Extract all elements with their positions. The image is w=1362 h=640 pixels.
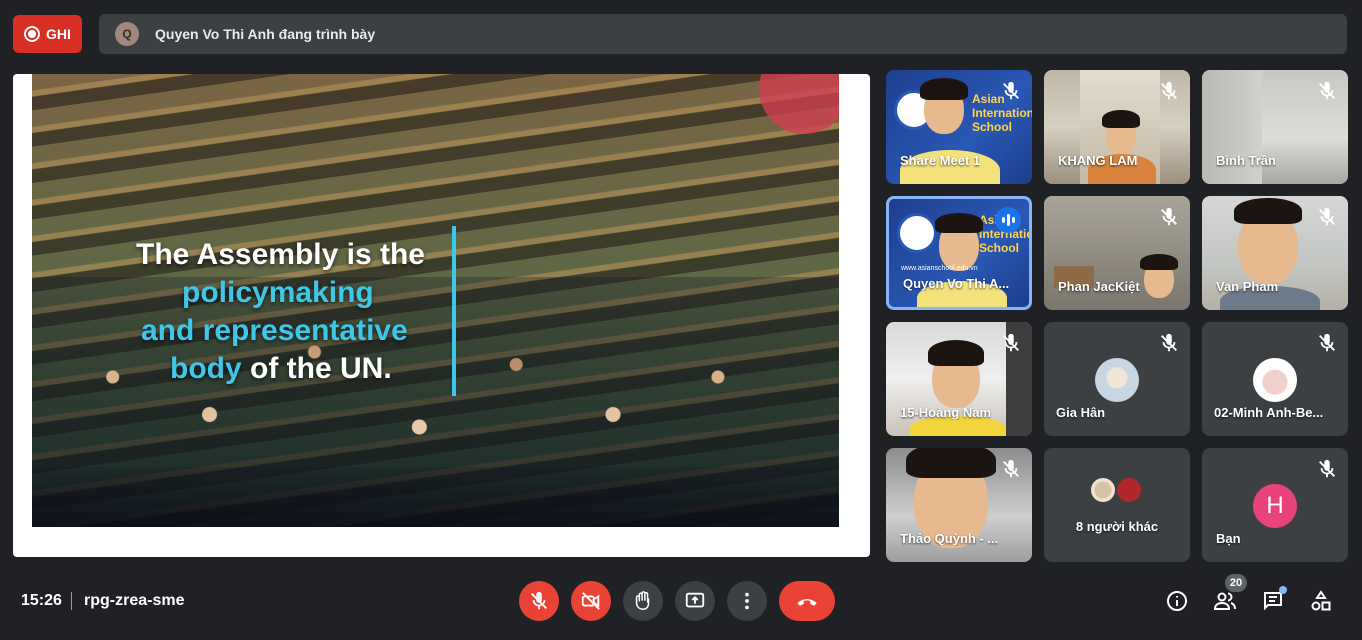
mic-off-icon (1158, 332, 1180, 354)
record-label: GHI (46, 26, 71, 42)
present-icon (685, 592, 705, 608)
speaking-indicator-icon (995, 207, 1021, 233)
raise-hand-icon (635, 591, 650, 610)
meeting-code: rpg-zrea-sme (84, 592, 185, 609)
school-name-line2: International (972, 106, 1032, 120)
end-call-icon (797, 599, 817, 606)
raise-hand-button[interactable] (623, 581, 663, 621)
mic-off-icon (531, 591, 547, 610)
presentation-stage[interactable]: The Assembly is the policymaking and rep… (13, 74, 870, 557)
record-icon (24, 26, 41, 42)
participant-hair (920, 78, 968, 100)
participant-name: 15-Hoàng Nam (900, 405, 992, 420)
participant-name: Quyen Vo Thi A... (903, 276, 1010, 291)
participant-avatar (1253, 358, 1297, 402)
end-call-button[interactable] (779, 581, 835, 621)
other-participants-label: 8 người khác (1075, 519, 1159, 534)
participant-hair (935, 213, 983, 233)
mic-off-icon (1316, 458, 1338, 480)
school-logo (897, 213, 937, 253)
people-count-badge: 20 (1225, 574, 1247, 592)
slide-caption-rest: of the UN. (241, 352, 392, 385)
presenter-status: Quyen Vo Thi Anh đang trình bày (155, 26, 376, 42)
slide-bottom-shade (32, 467, 839, 527)
camera-toggle-button[interactable] (571, 581, 611, 621)
participant-tile[interactable]: Phan JacKiệt (1044, 196, 1190, 310)
slide-image: The Assembly is the policymaking and rep… (32, 74, 839, 527)
participant-hair (928, 340, 984, 366)
participant-tile[interactable]: Van Pham (1202, 196, 1348, 310)
activities-button[interactable] (1308, 588, 1334, 614)
participant-tile-active[interactable]: Asian International School www.asianscho… (886, 196, 1032, 310)
mic-off-icon (1000, 458, 1022, 480)
participant-name: 02-Minh Anh-Be... (1214, 405, 1324, 420)
mic-toggle-button[interactable] (519, 581, 559, 621)
slide-caption-line2: policymaking (182, 276, 374, 309)
participant-tile[interactable]: Gia Hân (1044, 322, 1190, 436)
self-tile[interactable]: H Bạn (1202, 448, 1348, 562)
participant-name: Van Pham (1216, 279, 1279, 294)
other-avatar (1115, 476, 1143, 504)
meeting-info-button[interactable] (1164, 588, 1190, 614)
other-avatar (1089, 476, 1117, 504)
participant-hair (1140, 254, 1178, 270)
participant-tile[interactable]: KHANG LAM (1044, 70, 1190, 184)
other-participants-tile[interactable]: 8 người khác (1044, 448, 1190, 562)
chat-notification-dot (1279, 586, 1287, 594)
participant-name: Bạn (1216, 531, 1241, 546)
record-button[interactable]: GHI (13, 15, 82, 53)
meet-window: GHI Q Quyen Vo Thi Anh đang trình bày Th… (0, 0, 1362, 640)
participant-name: Bình Trần (1216, 153, 1276, 168)
slide-caption-body: body (170, 352, 242, 385)
participant-tile[interactable]: 02-Minh Anh-Be... (1202, 322, 1348, 436)
slide-caption-line1: The Assembly is the (136, 238, 425, 271)
participant-name: Share Meet 1 (900, 153, 981, 168)
mic-off-icon (1000, 332, 1022, 354)
participant-hair (1102, 110, 1140, 128)
more-icon (745, 592, 749, 610)
participant-name: Thảo Quỳnh - ... (900, 531, 999, 546)
school-name-line3: School (979, 241, 1020, 255)
activities-icon (1311, 590, 1331, 611)
presenter-avatar: Q (115, 22, 139, 46)
participant-name: KHANG LAM (1058, 153, 1138, 168)
other-participants-avatars (1089, 476, 1143, 504)
presenter-bar[interactable]: Q Quyen Vo Thi Anh đang trình bày (99, 14, 1347, 54)
slide-caption-line4: body of the UN. (136, 350, 425, 388)
mic-off-icon (1316, 206, 1338, 228)
slide-accent-line (452, 226, 456, 396)
mic-off-icon (1000, 80, 1022, 102)
mic-off-icon (1158, 80, 1180, 102)
slide-caption: The Assembly is the policymaking and rep… (136, 236, 425, 388)
school-url: www.asianschool.edu.vn (901, 265, 978, 272)
present-button[interactable] (675, 581, 715, 621)
mic-off-icon (1158, 206, 1180, 228)
participant-hair (1234, 198, 1302, 224)
slide-caption-line3: and representative (141, 314, 408, 347)
participant-tile[interactable]: Thảo Quỳnh - ... (886, 448, 1032, 562)
more-options-button[interactable] (727, 581, 767, 621)
participant-name: Phan JacKiệt (1058, 279, 1140, 294)
participant-hair (906, 448, 996, 478)
self-avatar: H (1253, 484, 1297, 528)
meeting-time: 15:26 (21, 592, 62, 609)
participant-tile[interactable]: 15-Hoàng Nam (886, 322, 1032, 436)
divider (71, 592, 72, 610)
participant-tile[interactable]: Bình Trần (1202, 70, 1348, 184)
mic-off-icon (1316, 332, 1338, 354)
info-icon (1167, 591, 1187, 611)
mic-off-icon (1316, 80, 1338, 102)
participant-tile[interactable]: Asian International School Share Meet 1 (886, 70, 1032, 184)
participant-avatar (1095, 358, 1139, 402)
school-name-line3: School (972, 120, 1013, 134)
people-icon (1213, 592, 1236, 610)
participant-name: Gia Hân (1056, 405, 1106, 420)
camera-off-icon (581, 592, 600, 610)
